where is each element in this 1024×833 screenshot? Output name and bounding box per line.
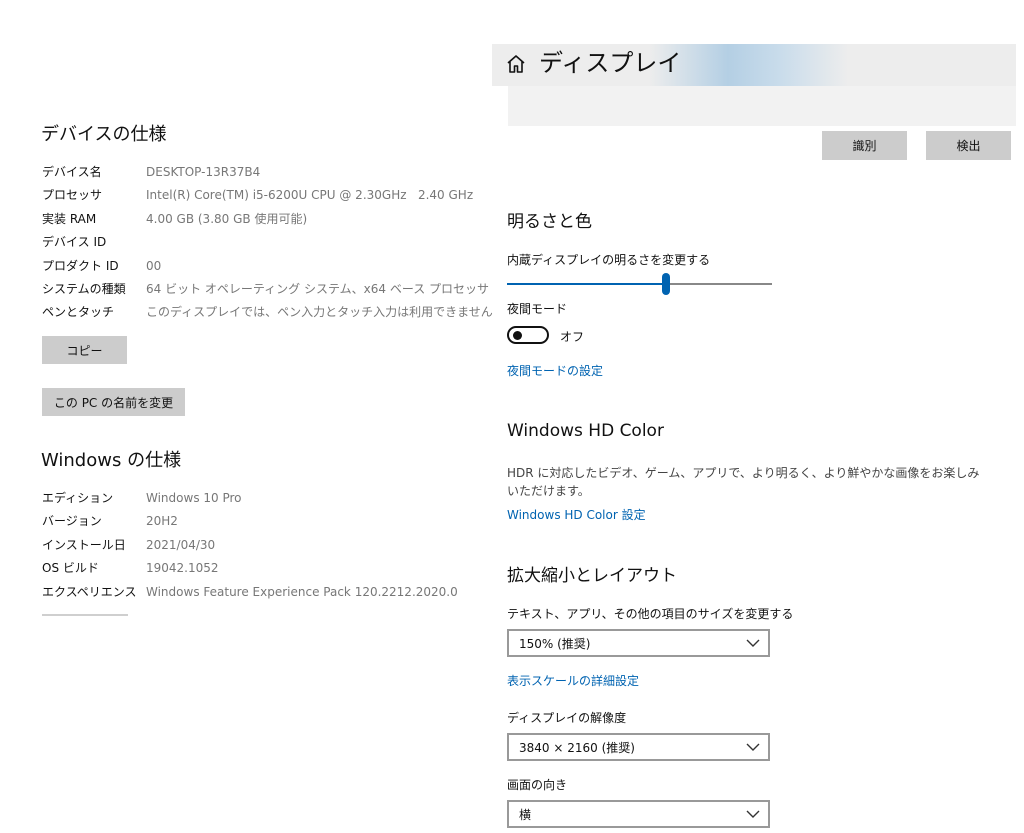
slider-thumb[interactable]: [662, 273, 670, 295]
spec-label: デバイス名: [42, 165, 102, 179]
identify-button[interactable]: 識別: [822, 131, 907, 160]
spec-value: DESKTOP-13R37B4: [146, 165, 261, 179]
page-title: ディスプレイ: [539, 49, 682, 77]
hd-color-description-line1: HDR に対応したビデオ、ゲーム、アプリで、より明るく、より鮮やかな画像をお楽し…: [507, 466, 980, 480]
scale-dropdown-value: 150% (推奨): [519, 636, 591, 651]
hd-color-description-line2: いただけます。: [507, 484, 590, 498]
night-mode-label: 夜間モード: [507, 302, 568, 316]
rename-pc-button[interactable]: この PC の名前を変更: [42, 388, 185, 416]
scale-label: テキスト、アプリ、その他の項目のサイズを変更する: [507, 607, 794, 621]
orientation-dropdown-value: 横: [519, 807, 532, 822]
spec-value: 2021/04/30: [146, 538, 216, 552]
spec-label: バージョン: [42, 514, 102, 528]
windows-specs-title: Windows の仕様: [41, 450, 182, 471]
spec-label: プロセッサ: [42, 188, 103, 202]
spec-label: OS ビルド: [42, 561, 99, 575]
spec-value: このディスプレイでは、ペン入力とタッチ入力は利用できません: [146, 305, 493, 319]
section-divider: [42, 614, 128, 616]
spec-label: インストール日: [42, 538, 126, 552]
scale-section-title: 拡大縮小とレイアウト: [507, 566, 677, 586]
advanced-scaling-link[interactable]: 表示スケールの詳細設定: [507, 672, 639, 689]
copy-button[interactable]: コピー: [42, 336, 127, 364]
home-icon[interactable]: [505, 53, 527, 75]
device-specs-title: デバイスの仕様: [41, 124, 167, 145]
slider-fill: [507, 283, 666, 285]
orientation-label: 画面の向き: [507, 778, 568, 792]
hd-color-settings-link[interactable]: Windows HD Color 設定: [507, 506, 646, 523]
night-mode-toggle[interactable]: [507, 326, 549, 344]
toggle-knob: [513, 331, 522, 340]
spec-label: システムの種類: [42, 282, 126, 296]
resolution-dropdown-value: 3840 × 2160 (推奨): [519, 740, 635, 755]
chevron-down-icon: [746, 743, 760, 751]
display-preview-area: [508, 86, 1016, 126]
chevron-down-icon: [746, 639, 760, 647]
hd-color-section-title: Windows HD Color: [507, 421, 664, 441]
spec-label: エクスペリエンス: [42, 585, 137, 599]
spec-value: 4.00 GB (3.80 GB 使用可能): [146, 212, 308, 226]
resolution-dropdown[interactable]: 3840 × 2160 (推奨): [507, 733, 770, 761]
night-mode-settings-link[interactable]: 夜間モードの設定: [507, 362, 603, 379]
spec-value: 19042.1052: [146, 561, 219, 575]
orientation-dropdown[interactable]: 横: [507, 800, 770, 828]
spec-label: 実装 RAM: [42, 212, 97, 226]
spec-label: デバイス ID: [42, 235, 107, 249]
detect-button[interactable]: 検出: [926, 131, 1011, 160]
night-mode-state: オフ: [560, 330, 585, 344]
spec-value: 20H2: [146, 514, 178, 528]
spec-value: 64 ビット オペレーティング システム、x64 ベース プロセッサ: [146, 282, 490, 296]
brightness-slider-label: 内蔵ディスプレイの明るさを変更する: [507, 253, 711, 267]
spec-value: Intel(R) Core(TM) i5-6200U CPU @ 2.30GHz…: [146, 188, 474, 202]
spec-label: プロダクト ID: [42, 259, 119, 273]
resolution-label: ディスプレイの解像度: [507, 711, 627, 725]
spec-value: 00: [146, 259, 162, 273]
scale-dropdown[interactable]: 150% (推奨): [507, 629, 770, 657]
spec-label: ペンとタッチ: [42, 305, 115, 319]
spec-label: エディション: [42, 491, 114, 505]
brightness-slider[interactable]: [507, 273, 772, 295]
brightness-section-title: 明るさと色: [507, 212, 592, 232]
chevron-down-icon: [746, 810, 760, 818]
spec-value: Windows Feature Experience Pack 120.2212…: [146, 585, 458, 599]
spec-value: Windows 10 Pro: [146, 491, 242, 505]
